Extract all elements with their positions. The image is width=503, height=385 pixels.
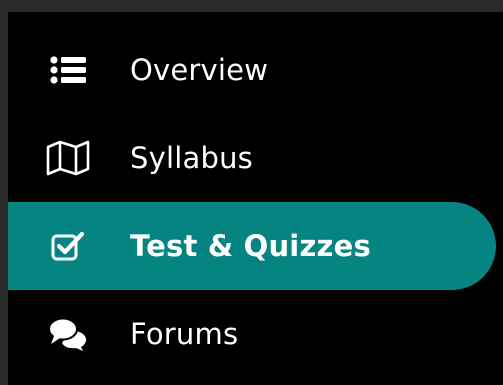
- sidebar-item-syllabus[interactable]: Syllabus: [8, 114, 496, 202]
- sidebar-item-test-quizzes[interactable]: Test & Quizzes: [8, 202, 496, 290]
- map-icon: [46, 136, 90, 180]
- sidebar-item-forums[interactable]: Forums: [8, 290, 496, 378]
- checkbox-icon: [46, 224, 90, 268]
- sidebar-item-label: Test & Quizzes: [130, 229, 371, 263]
- sidebar-nav: Overview Syllabus Test & Quizzes Forums: [8, 12, 503, 385]
- sidebar-item-label: Forums: [130, 317, 239, 351]
- sidebar-item-overview[interactable]: Overview: [8, 26, 496, 114]
- sidebar-item-label: Syllabus: [130, 141, 253, 175]
- sidebar-item-label: Overview: [130, 53, 269, 87]
- list-icon: [46, 48, 90, 92]
- comments-icon: [46, 312, 90, 356]
